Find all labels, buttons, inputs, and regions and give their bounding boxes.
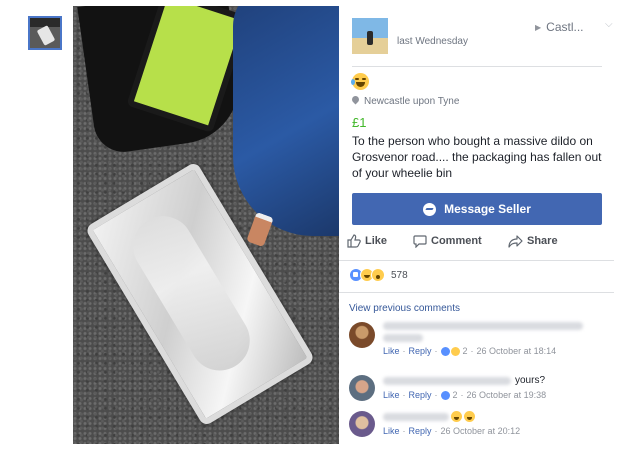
comment-like-link[interactable]: Like: [383, 390, 400, 400]
view-previous-comments-link[interactable]: View previous comments: [349, 303, 460, 314]
listing-price: £1: [352, 115, 367, 130]
message-seller-button[interactable]: Message Seller: [352, 193, 602, 225]
haha-reaction-icon: [450, 346, 460, 356]
post-actions-bar: Like Comment Share: [347, 234, 607, 252]
location-pin-icon: [350, 94, 361, 105]
like-reaction-icon: [440, 346, 450, 356]
chevron-down-icon[interactable]: ⌵: [605, 19, 613, 30]
comment-reply-link[interactable]: Reply: [409, 426, 432, 436]
listing-location: Newcastle upon Tyne: [350, 94, 460, 107]
comment-timestamp[interactable]: 26 October at 18:14: [477, 346, 557, 356]
photo-cigarette-shape: [246, 211, 274, 248]
blurred-comment-text: [383, 322, 583, 330]
like-reaction-icon: [440, 390, 450, 400]
reaction-count: 578: [391, 269, 408, 281]
share-button[interactable]: Share: [508, 234, 558, 248]
post-timestamp[interactable]: last Wednesday: [397, 36, 468, 47]
blurred-comment-text: [383, 376, 511, 385]
photo-bin-shape: [233, 6, 339, 236]
comment-bubble-icon: [413, 235, 427, 248]
listing-description: To the person who bought a massive dildo…: [352, 134, 602, 180]
comment-meta: Like · Reply · 2 · 26 October at 18:14: [383, 346, 557, 356]
comment-like-link[interactable]: Like: [383, 426, 400, 436]
commenter-avatar[interactable]: [349, 411, 375, 437]
seller-avatar[interactable]: [352, 18, 388, 54]
caret-right-icon: ▶: [535, 23, 542, 32]
tears-of-joy-emoji-icon: [464, 411, 475, 422]
comment-button[interactable]: Comment: [413, 234, 482, 248]
share-arrow-icon: [508, 235, 523, 248]
comment-reply-link[interactable]: Reply: [409, 346, 432, 356]
like-button[interactable]: Like: [347, 234, 387, 248]
message-seller-label: Message Seller: [444, 202, 531, 216]
marketplace-viewer: last Wednesday ▶ Castl... ⌵ Newcastle upo…: [0, 0, 640, 460]
blurred-comment-text: [383, 334, 423, 342]
listing-details-panel: last Wednesday ▶ Castl... ⌵ Newcastle upo…: [339, 6, 614, 444]
listing-location-label: Newcastle upon Tyne: [364, 96, 460, 107]
divider: [352, 66, 602, 67]
divider: [339, 260, 614, 261]
share-label: Share: [527, 235, 558, 247]
tears-of-joy-emoji-icon: [451, 411, 462, 422]
thumbs-up-icon: [347, 234, 361, 248]
tears-of-joy-emoji-icon: [351, 73, 369, 90]
comment-timestamp[interactable]: 26 October at 20:12: [441, 426, 521, 436]
comment-reaction-count[interactable]: 2: [463, 346, 468, 356]
comment-text: yours?: [515, 375, 546, 386]
divider: [339, 292, 614, 293]
comment-label: Comment: [431, 235, 482, 247]
post-location-link[interactable]: ▶ Castl...: [535, 20, 584, 34]
commenter-avatar[interactable]: [349, 322, 375, 348]
comment-meta: Like · Reply · 26 October at 20:12: [383, 426, 521, 436]
comment-meta: Like · Reply · 2 · 26 October at 19:38: [383, 390, 547, 400]
reactions-summary[interactable]: 578: [349, 268, 408, 282]
commenter-avatar[interactable]: [349, 375, 375, 401]
comment-timestamp[interactable]: 26 October at 19:38: [467, 390, 547, 400]
wow-reaction-icon: [371, 268, 385, 282]
blurred-comment-text: [383, 412, 449, 421]
messenger-icon: [423, 202, 437, 216]
comment-reply-link[interactable]: Reply: [409, 390, 432, 400]
comment-reaction-count[interactable]: 2: [453, 390, 458, 400]
listing-photo[interactable]: [73, 6, 339, 444]
comment-like-link[interactable]: Like: [383, 346, 400, 356]
like-label: Like: [365, 235, 388, 247]
photo-thumbnail[interactable]: [28, 16, 62, 50]
post-location-label: Castl...: [546, 20, 584, 34]
